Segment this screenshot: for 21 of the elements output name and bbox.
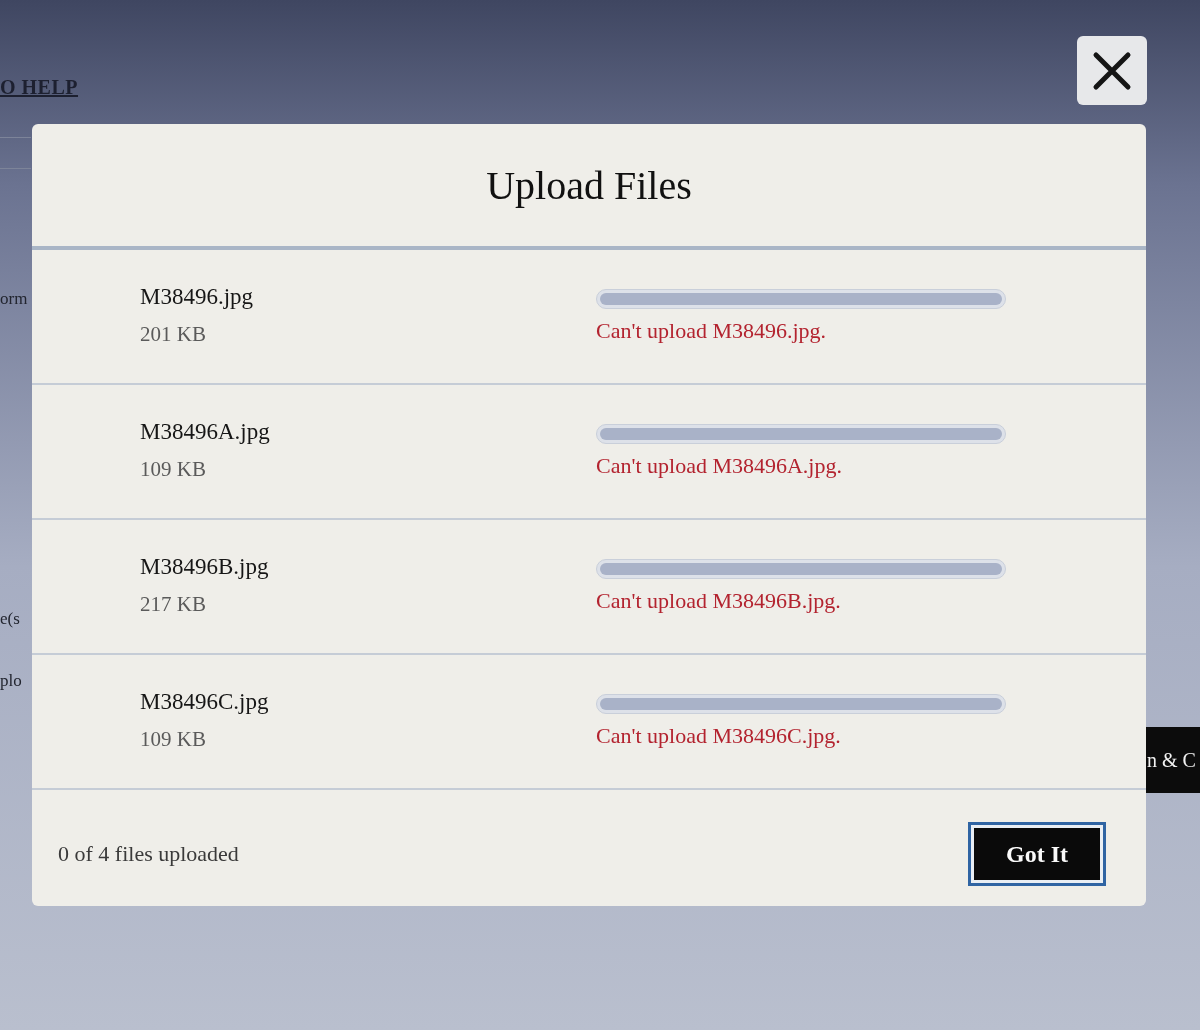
- error-message: Can't upload M38496.jpg.: [596, 318, 827, 344]
- page-text: plo: [0, 671, 23, 691]
- file-size: 201 KB: [140, 322, 206, 347]
- upload-status: 0 of 4 files uploaded: [58, 841, 239, 867]
- file-name: M38496B.jpg: [140, 554, 269, 580]
- file-size: 109 KB: [140, 457, 206, 482]
- close-button[interactable]: [1077, 36, 1147, 105]
- close-icon: [1092, 50, 1132, 91]
- file-size: 217 KB: [140, 592, 206, 617]
- got-it-button[interactable]: Got It: [968, 822, 1106, 886]
- page-text: orm: [0, 289, 29, 309]
- dialog-title: Upload Files: [486, 161, 692, 209]
- file-name: M38496A.jpg: [140, 419, 270, 445]
- file-name: M38496.jpg: [140, 284, 254, 310]
- page-text: e(s: [0, 609, 21, 629]
- file-size: 109 KB: [140, 727, 206, 752]
- error-message: Can't upload M38496C.jpg.: [596, 723, 841, 749]
- error-message: Can't upload M38496B.jpg.: [596, 588, 841, 614]
- page-button[interactable]: n & C: [1145, 727, 1200, 793]
- file-name: M38496C.jpg: [140, 689, 269, 715]
- error-message: Can't upload M38496A.jpg.: [596, 453, 842, 479]
